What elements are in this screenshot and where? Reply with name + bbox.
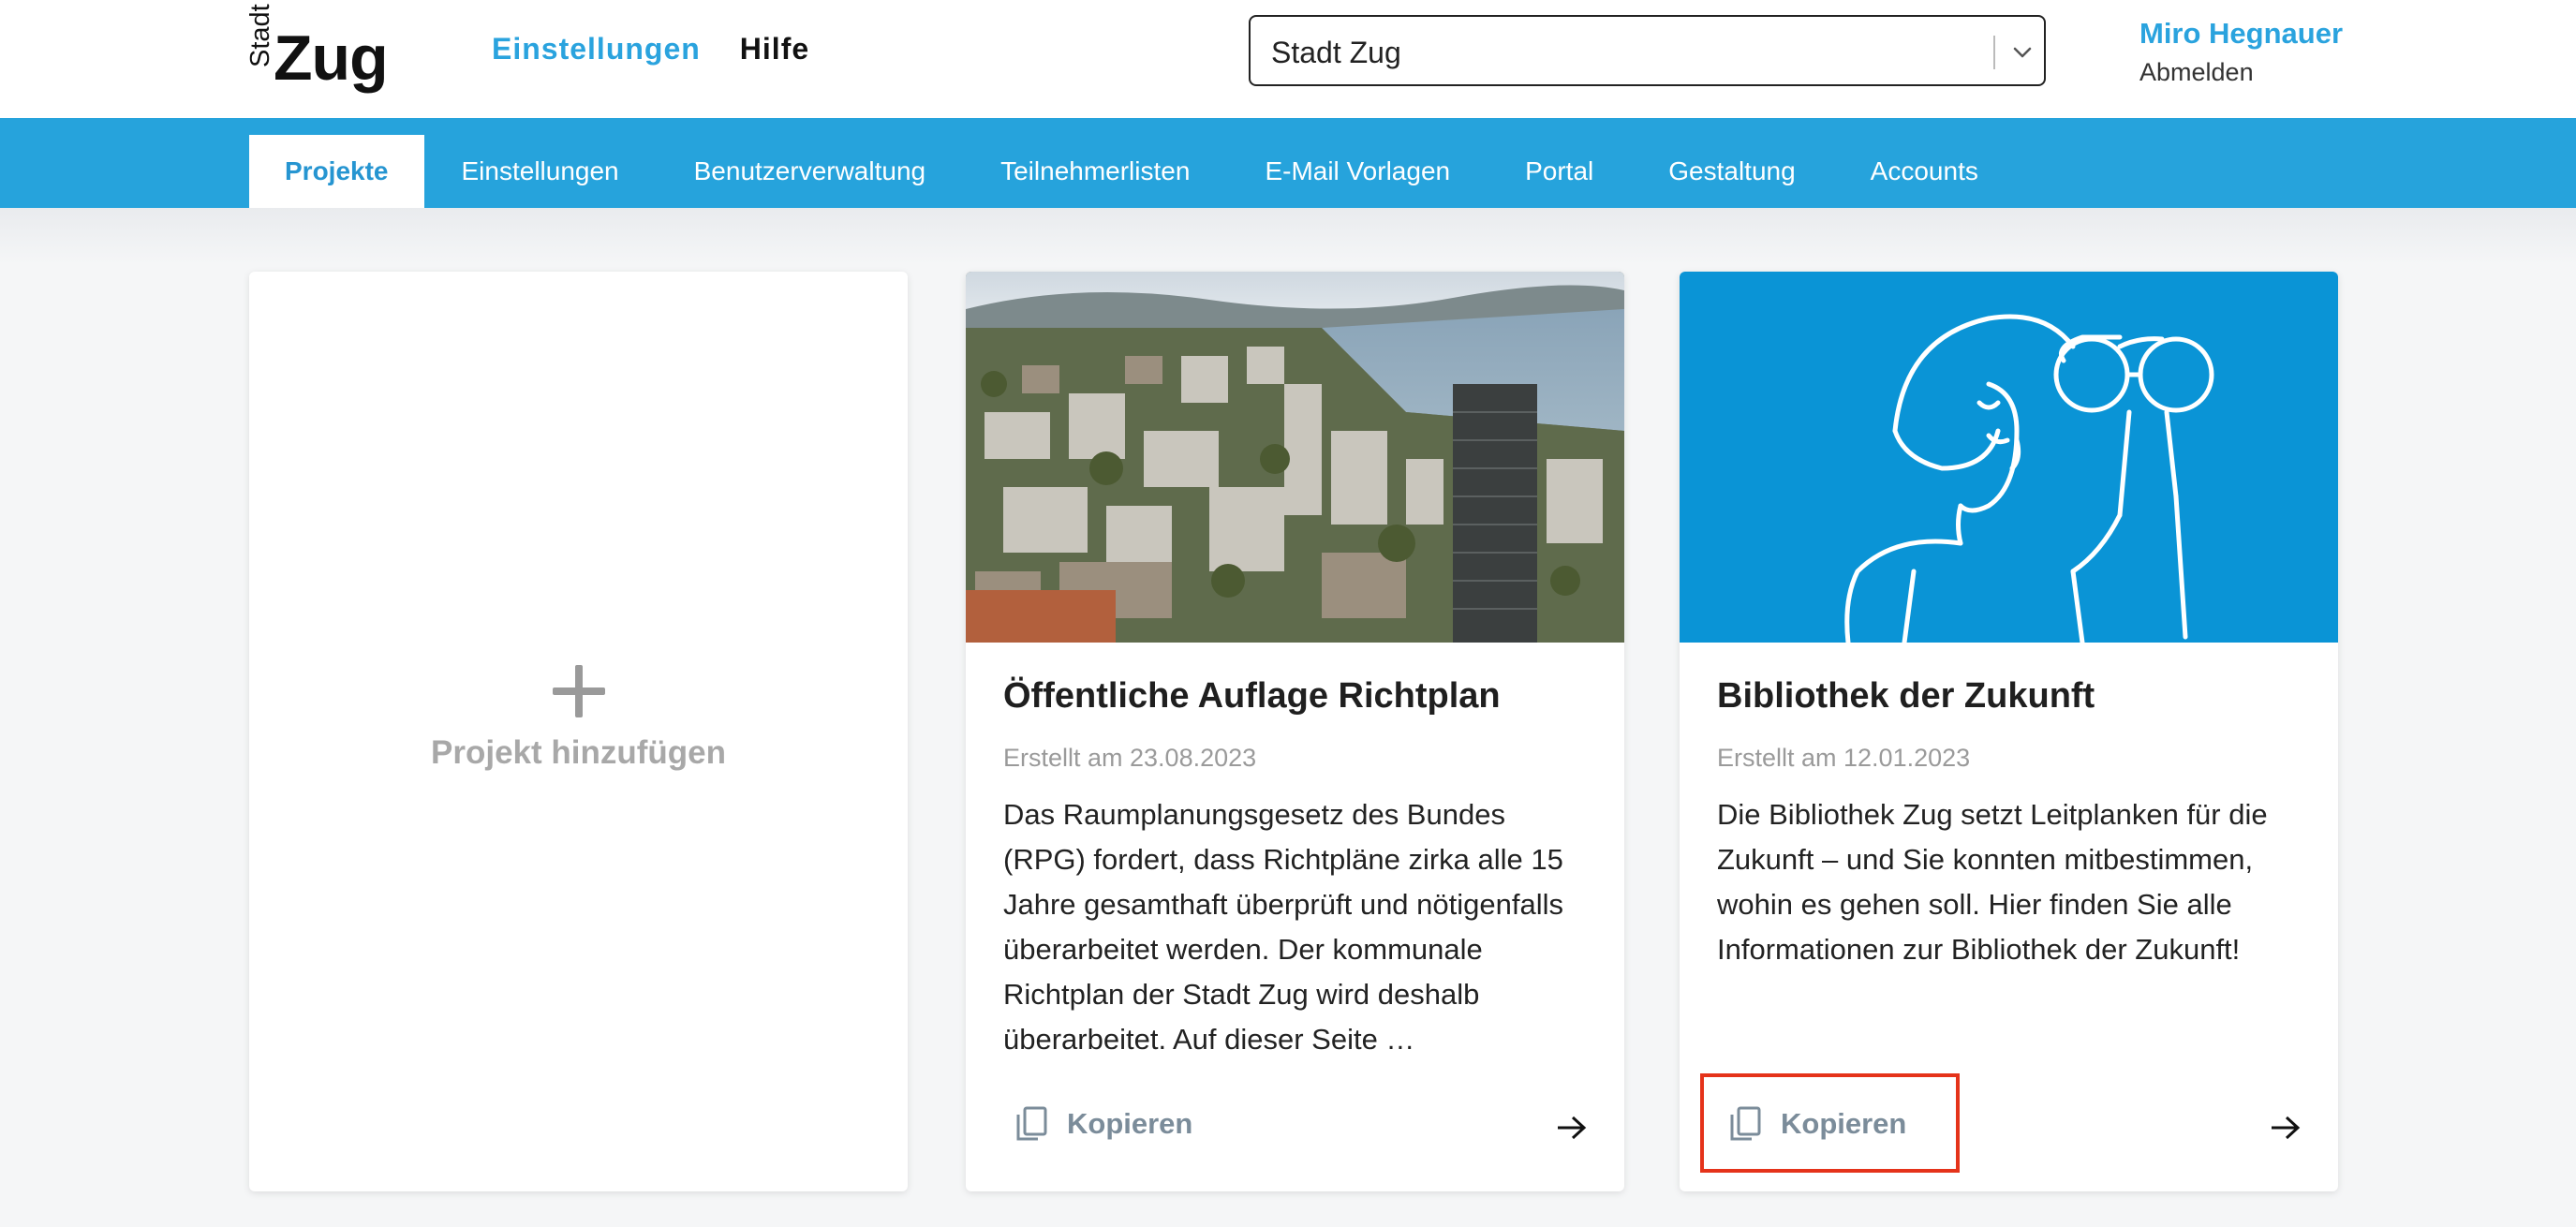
- tab-accounts[interactable]: Accounts: [1833, 135, 2016, 208]
- copy-button[interactable]: Kopieren: [1728, 1105, 1906, 1143]
- copy-button-label: Kopieren: [1781, 1107, 1907, 1140]
- project-description: Die Bibliothek Zug setzt Leitplanken für…: [1717, 798, 2268, 966]
- tab-projekte[interactable]: Projekte: [249, 135, 424, 208]
- project-created-date: Erstellt am 23.08.2023: [1003, 744, 1257, 772]
- tab-teilnehmerlisten[interactable]: Teilnehmerlisten: [963, 135, 1227, 208]
- plus-icon: [552, 665, 605, 717]
- project-image-binoculars[interactable]: [1680, 272, 2338, 643]
- add-project-label: Projekt hinzufügen: [431, 734, 726, 771]
- user-menu: Miro Hegnauer Abmelden: [2139, 17, 2343, 87]
- add-project-content: Projekt hinzufügen: [249, 665, 908, 772]
- tenant-select-value: Stadt Zug: [1271, 36, 1401, 69]
- arrow-right-icon[interactable]: [2268, 1111, 2302, 1145]
- copy-icon: [1730, 1106, 1761, 1141]
- tab-gestaltung[interactable]: Gestaltung: [1631, 135, 1832, 208]
- header: Stadt Zug Einstellungen Hilfe Stadt Zug …: [0, 0, 2576, 118]
- project-title[interactable]: Bibliothek der Zukunft: [1717, 676, 2095, 717]
- tab-portal[interactable]: Portal: [1488, 135, 1631, 208]
- logout-link[interactable]: Abmelden: [2139, 58, 2343, 87]
- logo-small-text: Stadt: [245, 4, 275, 67]
- copy-button-label: Kopieren: [1067, 1107, 1193, 1140]
- logo[interactable]: Stadt: [245, 4, 277, 69]
- copy-button[interactable]: Kopieren: [1014, 1105, 1192, 1143]
- main-tab-bar: Projekte Einstellungen Benutzerverwaltun…: [0, 118, 2576, 208]
- content-top-shade: [0, 208, 2576, 264]
- copy-icon: [1016, 1106, 1047, 1141]
- binoculars-illustration: [1680, 272, 2338, 643]
- tab-email-vorlagen[interactable]: E-Mail Vorlagen: [1227, 135, 1488, 208]
- arrow-right-icon[interactable]: [1554, 1111, 1588, 1145]
- city-aerial-image: [966, 272, 1624, 643]
- tabs: Projekte Einstellungen Benutzerverwaltun…: [249, 135, 2016, 208]
- chevron-down-icon[interactable]: [2007, 37, 2037, 67]
- add-project-card[interactable]: Projekt hinzufügen: [249, 272, 908, 1191]
- logo-text[interactable]: Zug: [274, 26, 389, 90]
- project-created-date: Erstellt am 12.01.2023: [1717, 744, 1971, 772]
- user-name[interactable]: Miro Hegnauer: [2139, 17, 2343, 51]
- project-card[interactable]: Öffentliche Auflage Richtplan Erstellt a…: [966, 272, 1624, 1191]
- project-title[interactable]: Öffentliche Auflage Richtplan: [1003, 676, 1501, 717]
- select-separator: [1993, 36, 1995, 69]
- project-image-city[interactable]: [966, 272, 1624, 643]
- tenant-select[interactable]: Stadt Zug: [1249, 15, 2046, 86]
- top-nav: Einstellungen Hilfe: [492, 32, 809, 67]
- tab-benutzerverwaltung[interactable]: Benutzerverwaltung: [657, 135, 963, 208]
- project-description: Das Raumplanungsgesetz des Bundes (RPG) …: [1003, 798, 1563, 1056]
- tab-einstellungen[interactable]: Einstellungen: [424, 135, 657, 208]
- project-card[interactable]: Bibliothek der Zukunft Erstellt am 12.01…: [1680, 272, 2338, 1191]
- top-nav-settings[interactable]: Einstellungen: [492, 32, 701, 67]
- top-nav-help[interactable]: Hilfe: [740, 32, 809, 67]
